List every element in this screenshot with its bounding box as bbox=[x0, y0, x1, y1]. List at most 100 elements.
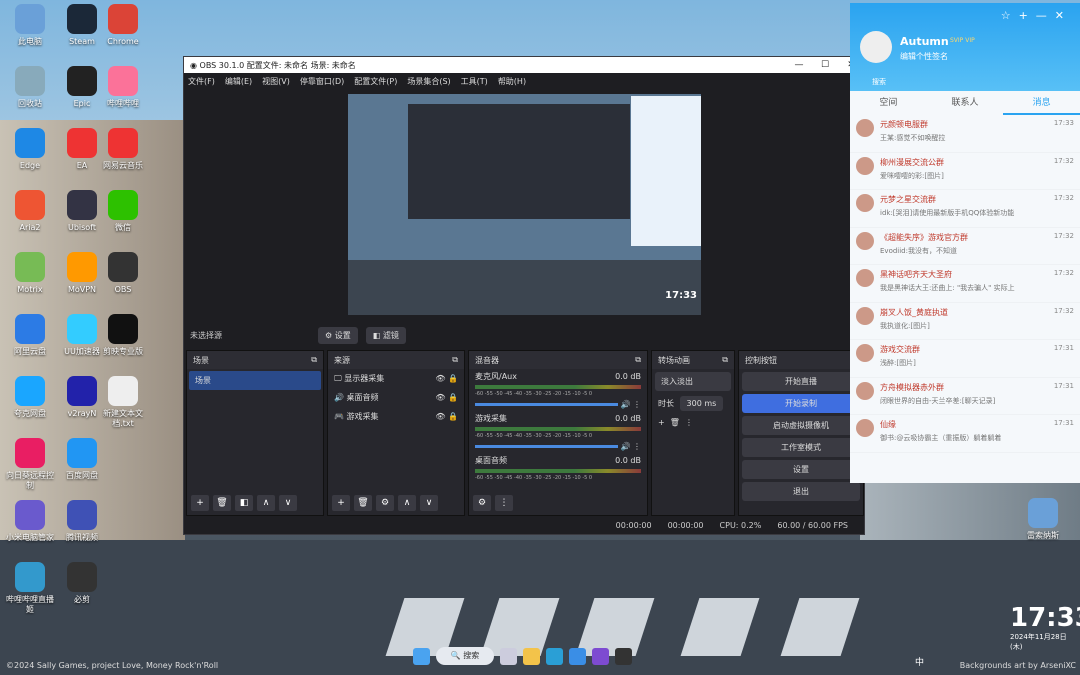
source-item[interactable]: 🖵 显示器采集 👁 🔒 bbox=[328, 369, 464, 388]
undock-icon[interactable]: ⧉ bbox=[452, 355, 458, 365]
app-icon[interactable] bbox=[592, 647, 609, 665]
up-icon[interactable]: ∧ bbox=[398, 495, 416, 511]
menu-item[interactable]: 停靠窗口(D) bbox=[300, 76, 344, 87]
gear-icon[interactable]: ⚙ bbox=[376, 495, 394, 511]
desktop-icon[interactable]: 百度网盘 bbox=[57, 438, 107, 481]
eye-icon[interactable]: 👁 🔒 bbox=[435, 374, 458, 383]
source-item[interactable]: 🎮 游戏采集 👁 🔒 bbox=[328, 407, 464, 426]
desktop-icon[interactable]: 阿里云盘 bbox=[5, 314, 55, 357]
tab-0[interactable]: 空间 bbox=[850, 91, 927, 115]
menu-item[interactable]: 工具(T) bbox=[461, 76, 488, 87]
list-item[interactable]: 元颜顿电服群 王某:感觉不如唤醒拉 17:33 bbox=[850, 115, 1080, 153]
desktop-icon[interactable]: 雷索纳斯 bbox=[1018, 498, 1068, 541]
more-icon[interactable]: ⋮ bbox=[495, 495, 513, 511]
app-icon[interactable] bbox=[569, 647, 586, 665]
desktop-icon[interactable]: 哔哩哔哩 bbox=[98, 66, 148, 109]
scene-item[interactable]: 场景 bbox=[189, 371, 321, 390]
add-icon[interactable]: + bbox=[658, 418, 670, 427]
desktop-icon[interactable]: Chrome bbox=[98, 4, 148, 47]
source-settings-button[interactable]: ⚙ 设置 bbox=[318, 326, 358, 344]
speaker-icon[interactable]: 🔊 bbox=[618, 400, 630, 409]
desktop-icon[interactable]: 此电脑 bbox=[5, 4, 55, 47]
speaker-icon[interactable]: 🔊 bbox=[618, 442, 630, 451]
eye-icon[interactable]: 👁 🔒 bbox=[435, 393, 458, 402]
menu-item[interactable]: 编辑(E) bbox=[225, 76, 252, 87]
desktop-icon[interactable]: 网易云音乐 bbox=[98, 128, 148, 171]
more-icon[interactable]: ⋮ bbox=[630, 400, 641, 409]
folder-icon[interactable] bbox=[523, 647, 540, 665]
avatar[interactable] bbox=[860, 31, 892, 63]
down-icon[interactable]: ∨ bbox=[279, 495, 297, 511]
desktop-icon[interactable]: 微信 bbox=[98, 190, 148, 233]
up-icon[interactable]: ∧ bbox=[257, 495, 275, 511]
more-icon[interactable]: ⋮ bbox=[685, 418, 693, 427]
desktop-icon[interactable]: Motrix bbox=[5, 252, 55, 295]
undock-icon[interactable]: ⧉ bbox=[722, 355, 728, 365]
duration-field[interactable]: 300 ms bbox=[679, 396, 724, 411]
source-item[interactable]: 🔊 桌面音频 👁 🔒 bbox=[328, 388, 464, 407]
list-item[interactable]: 柳州漫展交流公群 爱咪嘤嘤的彩:[图片] 17:32 bbox=[850, 153, 1080, 190]
desktop-icon[interactable]: Aria2 bbox=[5, 190, 55, 233]
minimize-icon[interactable]: — bbox=[786, 60, 812, 70]
desktop-icon[interactable]: 腾讯视频 bbox=[57, 500, 107, 543]
undock-icon[interactable]: ⧉ bbox=[635, 355, 641, 365]
desktop-icon[interactable]: OBS bbox=[98, 252, 148, 295]
volume-slider[interactable] bbox=[475, 402, 618, 406]
list-item[interactable]: 仙缘 御书:@云吸协霸主（重振版）躺着躺着 17:31 bbox=[850, 415, 1080, 453]
desktop-icon[interactable]: 新建文本文档.txt bbox=[98, 376, 148, 429]
trash-icon[interactable]: 🗑 bbox=[670, 418, 685, 427]
maximize-icon[interactable]: ☐ bbox=[812, 60, 838, 70]
obs-titlebar[interactable]: ◉ OBS 30.1.0 配置文件: 未命名 场景: 未命名 —☐✕ bbox=[184, 57, 864, 73]
tab-2[interactable]: 消息 bbox=[1003, 91, 1080, 115]
eye-icon[interactable]: 👁 🔒 bbox=[435, 412, 458, 421]
menu-item[interactable]: 场景集合(S) bbox=[407, 76, 450, 87]
mixer-settings-icon[interactable]: ⚙ bbox=[473, 495, 491, 511]
tab-1[interactable]: 联系人 bbox=[927, 91, 1004, 115]
taskview-icon[interactable] bbox=[500, 647, 517, 665]
desktop-icon[interactable]: 哔哩哔哩直播姬 bbox=[5, 562, 55, 615]
volume-slider[interactable] bbox=[475, 444, 618, 448]
obs-icon[interactable] bbox=[615, 647, 632, 665]
desktop-icon[interactable]: 回收站 bbox=[5, 66, 55, 109]
undock-icon[interactable]: ⧉ bbox=[311, 355, 317, 365]
list-item[interactable]: 黑神话吧齐天大圣府 我是黑神话大王:还曲上: "我去骗人" 实际上 17:32 bbox=[850, 265, 1080, 303]
list-item[interactable]: 游戏交流群 浅醉:[图片] 17:31 bbox=[850, 340, 1080, 378]
menu-item[interactable]: 帮助(H) bbox=[498, 76, 526, 87]
control-button[interactable]: 开始直播 bbox=[742, 372, 860, 391]
filter-icon[interactable]: ◧ bbox=[235, 495, 253, 511]
list-item[interactable]: 《超能失序》游戏官方群 Evodiid:我没有，不知道 17:32 bbox=[850, 228, 1080, 265]
transition-select[interactable]: 淡入淡出 bbox=[655, 372, 731, 391]
control-button[interactable]: 退出 bbox=[742, 482, 860, 501]
menu-item[interactable]: 配置文件(P) bbox=[354, 76, 397, 87]
desktop-icon[interactable]: 向日葵远程控制 bbox=[5, 438, 55, 491]
desktop-icon[interactable]: 小米电脑管家 bbox=[5, 500, 55, 543]
control-button[interactable]: 设置 bbox=[742, 460, 860, 479]
add-icon[interactable]: + bbox=[332, 495, 350, 511]
edge-icon[interactable] bbox=[546, 647, 563, 665]
signature[interactable]: 编辑个性签名 bbox=[900, 51, 948, 62]
source-filters-button[interactable]: ◧ 滤镜 bbox=[365, 326, 406, 344]
ime-indicator[interactable]: 中 bbox=[915, 655, 924, 668]
control-button[interactable]: 开始录制 bbox=[742, 394, 860, 413]
list-item[interactable]: 崩叉人饭_黄庭执道 我执道化:[图片] 17:32 bbox=[850, 303, 1080, 340]
window-controls[interactable]: ☆+—✕ bbox=[1001, 9, 1072, 22]
start-icon[interactable] bbox=[413, 647, 430, 665]
desktop-icon[interactable]: Edge bbox=[5, 128, 55, 171]
desktop-icon[interactable]: 夸克网盘 bbox=[5, 376, 55, 419]
list-item[interactable]: 方舟模拟器赤外群 闭眼世界的自由-天兰卒差:[聊天记录] 17:31 bbox=[850, 378, 1080, 415]
menu-item[interactable]: 视图(V) bbox=[262, 76, 290, 87]
menu-item[interactable]: 文件(F) bbox=[188, 76, 215, 87]
trash-icon[interactable]: 🗑 bbox=[354, 495, 372, 511]
control-button[interactable]: 启动虚拟摄像机 bbox=[742, 416, 860, 435]
desktop-icon[interactable]: 剪映专业版 bbox=[98, 314, 148, 357]
add-icon[interactable]: + bbox=[191, 495, 209, 511]
control-button[interactable]: 工作室模式 bbox=[742, 438, 860, 457]
more-icon[interactable]: ⋮ bbox=[630, 442, 641, 451]
list-item[interactable]: 元梦之星交流群 idk:[哭泪]请使用最新版手机QQ体验新功能 17:32 bbox=[850, 190, 1080, 228]
down-icon[interactable]: ∨ bbox=[420, 495, 438, 511]
search-input[interactable]: 搜索 bbox=[860, 75, 1070, 89]
taskbar-search[interactable]: 🔍 搜索 bbox=[436, 647, 494, 665]
desktop-icon[interactable]: 必剪 bbox=[57, 562, 107, 605]
preview-canvas[interactable]: 17:33 bbox=[348, 94, 701, 315]
trash-icon[interactable]: 🗑 bbox=[213, 495, 231, 511]
